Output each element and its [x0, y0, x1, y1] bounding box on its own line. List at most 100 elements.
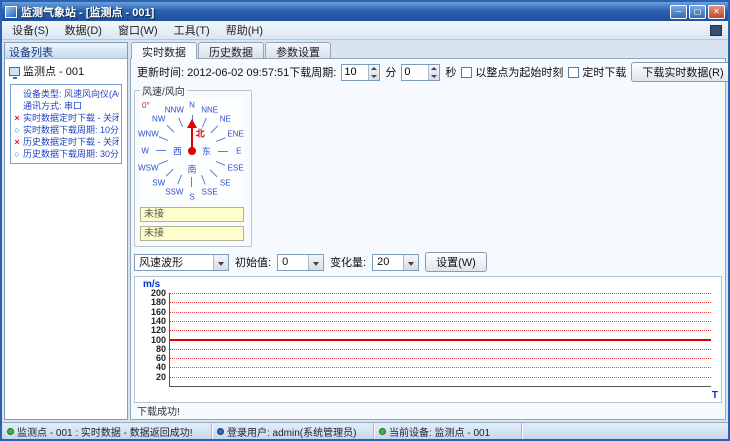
gridline	[170, 293, 711, 294]
disabled-icon: ×	[14, 137, 20, 147]
compass-direction-label: E	[236, 146, 242, 156]
compass-direction-label: NW	[152, 114, 166, 124]
status-device: 当前设备: 监测点 - 001	[389, 427, 491, 439]
minutes-input[interactable]	[342, 64, 369, 80]
waveform-select[interactable]: 风速波形	[134, 253, 229, 271]
compass-tick	[215, 160, 226, 166]
chevron-down-icon[interactable]	[403, 254, 419, 270]
minutes-spinner[interactable]	[368, 64, 380, 80]
compass-direction-label: WNW	[137, 129, 159, 139]
checkbox-icon[interactable]	[568, 66, 580, 78]
status-user: 登录用户: admin(系统管理员)	[227, 427, 357, 439]
wind-angle-readout: 0°	[142, 101, 150, 110]
initial-value: 0	[282, 256, 289, 268]
disabled-icon: ×	[14, 113, 20, 123]
set-button[interactable]: 设置(W)	[425, 252, 487, 272]
chevron-down-icon[interactable]	[213, 254, 228, 270]
compass-direction-label: W	[141, 146, 149, 156]
compass-direction-label: WSW	[138, 163, 159, 173]
close-button[interactable]: ✕	[708, 4, 725, 19]
wind-row: 风速/风向 0° N NNE NE ENE E ESE SE SSE S SSW…	[134, 83, 722, 247]
menu-bar: 设备(S) 数据(D) 窗口(W) 工具(T) 帮助(H)	[2, 21, 728, 40]
toolbar-row: 更新时间: 2012-06-02 09:57:51 下载周期: 分	[134, 61, 728, 83]
delta-select[interactable]: 20	[372, 253, 420, 271]
info-line: 设备类型: 风速风向仪(ACFW-4)	[23, 89, 119, 99]
minimize-icon: ─	[675, 6, 682, 16]
app-window: 监测气象站 - [监测点 - 001] ─ ▢ ✕ 设备(S) 数据(D) 窗口…	[0, 0, 730, 441]
seconds-spinner[interactable]	[428, 64, 440, 80]
menu-tools[interactable]: 工具(T)	[166, 20, 218, 40]
status-empty-cell	[522, 423, 728, 439]
waveform-select-value: 风速波形	[139, 257, 183, 269]
status-message: 监测点 - 001 : 实时数据 - 数据返回成功!	[17, 427, 193, 439]
initial-value-label: 初始值:	[235, 257, 272, 269]
tree-item-device[interactable]: 监测点 - 001	[7, 62, 125, 80]
compass-center-dot	[188, 147, 196, 155]
checkbox-icon[interactable]	[461, 66, 473, 78]
compass-direction-label: SSE	[201, 187, 218, 197]
compass-tick	[209, 169, 218, 178]
device-icon	[379, 427, 386, 435]
tab-parameter-settings[interactable]: 参数设置	[265, 42, 331, 59]
spinner-up-icon[interactable]	[429, 65, 439, 73]
spinner-down-icon[interactable]	[369, 72, 379, 80]
window-title: 监测气象站 - [监测点 - 001]	[21, 6, 155, 19]
compass-tick	[177, 174, 183, 185]
compass-direction-label: NNW	[164, 105, 184, 115]
gridline	[170, 358, 711, 360]
seconds-input[interactable]	[402, 64, 429, 80]
menu-device[interactable]: 设备(S)	[4, 20, 57, 40]
title-bar: 监测气象站 - [监测点 - 001] ─ ▢ ✕	[2, 2, 728, 21]
download-controls: 下载周期: 分 秒 以整点为起始时刻	[289, 62, 728, 82]
wind-group-title: 风速/风向	[142, 87, 185, 98]
device-node-icon	[9, 66, 20, 79]
app-icon	[5, 5, 17, 18]
compass-tick	[156, 150, 166, 151]
compass-east-label: 东	[202, 146, 212, 157]
gridline	[170, 320, 711, 322]
chevron-down-icon[interactable]	[308, 254, 324, 270]
compass-tick	[191, 177, 192, 187]
device-list-panel: 设备列表 监测点 - 001 设备类型: 风速风向仪(ACFW-4) 通讯方式:…	[4, 42, 128, 420]
gridline	[170, 302, 711, 304]
menu-data[interactable]: 数据(D)	[57, 20, 110, 40]
align-start-checkbox[interactable]: 以整点为起始时刻	[461, 64, 563, 80]
compass-tick	[178, 117, 183, 127]
x-axis-label: T	[711, 390, 718, 401]
update-time: 更新时间: 2012-06-02 09:57:51	[134, 64, 289, 80]
compass-direction-label: S	[189, 192, 195, 202]
minimize-button[interactable]: ─	[670, 4, 687, 19]
tab-history-data[interactable]: 历史数据	[198, 42, 264, 59]
status-message-cell: 监测点 - 001 : 实时数据 - 数据返回成功!	[2, 423, 212, 439]
info-line: ○历史数据下载周期: 30分 0秒	[14, 149, 119, 159]
info-line: 通讯方式: 串口	[23, 101, 83, 111]
spinner-up-icon[interactable]	[369, 65, 379, 73]
plot-area: 200 180 160 140 120 100 80 60 40 20	[151, 288, 711, 387]
realtime-panel: 更新时间: 2012-06-02 09:57:51 下载周期: 分	[130, 58, 728, 420]
update-time-value: 2012-06-02 09:57:51	[187, 67, 290, 79]
timed-download-checkbox[interactable]: 定时下载	[568, 64, 626, 80]
menu-help[interactable]: 帮助(H)	[218, 20, 271, 40]
compass-direction-label: SE	[219, 178, 231, 188]
spinner-down-icon[interactable]	[429, 72, 439, 80]
close-icon: ✕	[713, 6, 720, 16]
initial-value-select[interactable]: 0	[277, 253, 325, 271]
info-line: ○实时数据下载周期: 10分 0秒	[14, 125, 119, 135]
main-area: 实时数据 历史数据 参数设置 更新时间: 2012-06-02 09:57:51…	[130, 42, 728, 420]
status-device-cell: 当前设备: 监测点 - 001	[374, 423, 522, 439]
maximize-button[interactable]: ▢	[689, 4, 706, 19]
seconds-unit-label: 秒	[445, 67, 457, 79]
compass-tick	[158, 136, 169, 142]
tab-realtime-data[interactable]: 实时数据	[131, 42, 197, 59]
mdi-child-icon[interactable]	[710, 24, 722, 36]
delta-value: 20	[377, 256, 390, 268]
info-line: × 实时数据定时下载 - 关闭	[14, 113, 119, 123]
status-indicator-icon	[7, 427, 14, 435]
menu-window[interactable]: 窗口(W)	[110, 20, 166, 40]
compass-direction-label: N	[189, 100, 195, 110]
gridline	[170, 376, 711, 378]
download-realtime-button[interactable]: 下载实时数据(R)	[631, 62, 728, 82]
compass-direction-label: ESE	[227, 163, 244, 173]
tab-strip: 实时数据 历史数据 参数设置	[130, 42, 726, 59]
period-label: 下载周期:	[289, 67, 337, 79]
